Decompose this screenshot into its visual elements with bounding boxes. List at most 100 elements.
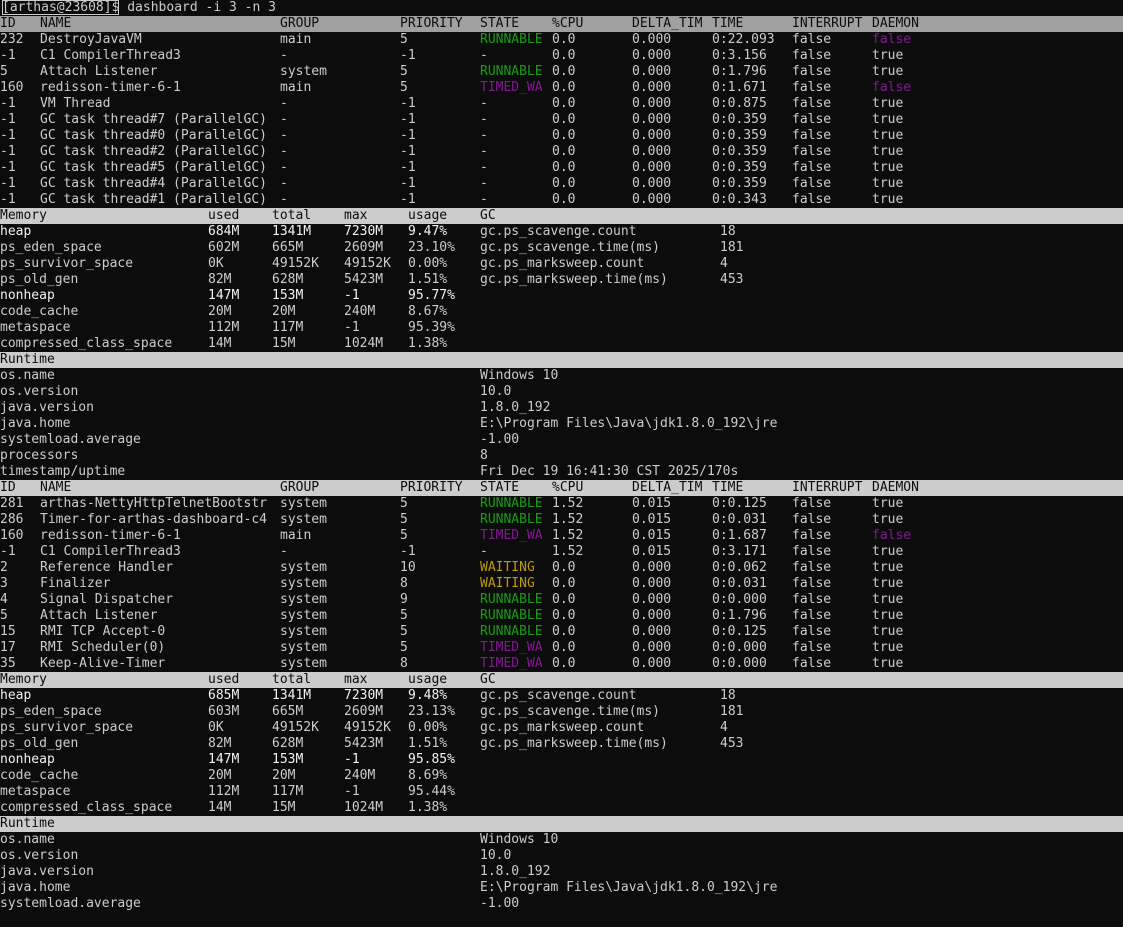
thread-cell: 0.000 — [632, 80, 672, 95]
thread-cell: 1.52 — [552, 512, 584, 527]
runtime-value: Windows 10 — [480, 368, 559, 383]
thread-cell: 5 — [400, 64, 408, 79]
memory-row: code_cache 20M 20M 240M 8.67% — [0, 304, 1123, 320]
thread-cell: - — [280, 192, 288, 207]
thread-header-cell: DELTA_TIM — [632, 480, 703, 495]
thread-cell: 0.0 — [552, 144, 576, 159]
thread-cell: 160 — [0, 528, 24, 543]
memory-cell: heap — [0, 688, 32, 703]
runtime-row: processors 8 — [0, 448, 1123, 464]
thread-cell: RMI TCP Accept-0 — [40, 624, 166, 639]
thread-cell: 8 — [400, 656, 408, 671]
thread-cell: 0.0 — [552, 128, 576, 143]
thread-cell: true — [872, 176, 904, 191]
runtime-row: systemload.average -1.00 — [0, 432, 1123, 448]
thread-cell: true — [872, 496, 904, 511]
runtime-key: os.name — [0, 832, 55, 847]
memory-cell: 1024M — [344, 800, 384, 815]
thread-cell: system — [280, 64, 327, 79]
runtime-row: java.version 1.8.0_192 — [0, 400, 1123, 416]
thread-cell: system — [280, 560, 327, 575]
memory-cell: 112M — [208, 784, 240, 799]
thread-cell: 0:0.000 — [712, 640, 767, 655]
thread-cell: VM Thread — [40, 96, 111, 111]
thread-cell: 5 — [400, 512, 408, 527]
memory-cell: 117M — [272, 320, 304, 335]
thread-cell: -1 — [400, 176, 416, 191]
thread-cell: RUNNABLE — [480, 592, 543, 607]
memory-cell: nonheap — [0, 288, 55, 303]
thread-cell: false — [792, 656, 832, 671]
runtime-key: os.name — [0, 368, 55, 383]
thread-cell: true — [872, 560, 904, 575]
thread-header-cell: %CPU — [552, 16, 584, 31]
runtime-row: java.home E:\Program Files\Java\jdk1.8.0_… — [0, 416, 1123, 432]
thread-cell: true — [872, 192, 904, 207]
thread-header-cell: NAME — [40, 480, 72, 495]
thread-cell: - — [480, 192, 488, 207]
memory-cell: heap — [0, 224, 32, 239]
memory-cell: 82M — [208, 736, 232, 751]
thread-cell: 0.0 — [552, 656, 576, 671]
runtime-value: 10.0 — [480, 384, 512, 399]
thread-cell: RUNNABLE — [480, 624, 543, 639]
thread-cell: RUNNABLE — [480, 512, 543, 527]
thread-cell: -1 — [400, 192, 416, 207]
thread-cell: arthas-NettyHttpTelnetBootstr — [40, 496, 267, 511]
thread-cell: 0.000 — [632, 576, 672, 591]
gc-cell: 181 — [720, 704, 744, 719]
thread-row: 5 Attach Listener system 5 RUNNABLE 0.0 0.000 0… — [0, 64, 1123, 80]
memory-cell: 2609M — [344, 704, 384, 719]
memory-cell: 0K — [208, 720, 224, 735]
thread-row: -1 VM Thread - -1 - 0.0 0.000 0:0.875 false true — [0, 96, 1123, 112]
thread-cell: 0.000 — [632, 160, 672, 175]
thread-header-cell: ID — [0, 480, 16, 495]
runtime-row: timestamp/uptime Fri Dec 19 16:41:30 CST … — [0, 464, 1123, 480]
gc-cell: gc.ps_marksweep.count — [480, 720, 645, 735]
thread-cell: false — [792, 528, 832, 543]
thread-cell: 0:1.796 — [712, 64, 767, 79]
thread-cell: system — [280, 512, 327, 527]
thread-cell: 0.015 — [632, 496, 672, 511]
runtime-key: java.version — [0, 864, 94, 879]
memory-cell: 15M — [272, 336, 296, 351]
thread-cell: 0.0 — [552, 32, 576, 47]
memory-cell: 49152K — [272, 256, 319, 271]
memory-row: heap 684M 1341M 7230M 9.47% gc.ps_scavenge.co… — [0, 224, 1123, 240]
thread-cell: 0.0 — [552, 560, 576, 575]
memory-row: nonheap 147M 153M -1 95.85% — [0, 752, 1123, 768]
thread-cell: -1 — [400, 160, 416, 175]
memory-row: nonheap 147M 153M -1 95.77% — [0, 288, 1123, 304]
thread-row: -1 GC task thread#4 (ParallelGC) - -1-0.0 0.… — [0, 176, 1123, 192]
thread-header-cell: ID — [0, 16, 16, 31]
thread-cell: RMI Scheduler(0) — [40, 640, 166, 655]
thread-cell: C1 CompilerThread3 — [40, 544, 181, 559]
thread-cell: - — [280, 176, 288, 191]
thread-cell: 0.000 — [632, 624, 672, 639]
thread-row: -1 GC task thread#2 (ParallelGC) - -1-0.0 0.… — [0, 144, 1123, 160]
thread-cell: true — [872, 592, 904, 607]
runtime-value: E:\Program Files\Java\jdk1.8.0_192\jre — [480, 880, 778, 895]
memory-cell: ps_survivor_space — [0, 256, 134, 271]
thread-header-cell: NAME — [40, 16, 72, 31]
thread-cell: 0:0.359 — [712, 144, 767, 159]
thread-cell: false — [792, 496, 832, 511]
memory-cell: 665M — [272, 704, 304, 719]
memory-cell: 602M — [208, 240, 240, 255]
terminal-window[interactable]: [arthas@23608]$ dashboard -i 3 -n 3 ID NA… — [0, 0, 1123, 927]
thread-cell: 5 — [400, 640, 408, 655]
memory-cell: 49152K — [344, 256, 391, 271]
memory-cell: 153M — [272, 288, 304, 303]
memory-table-header: Memory used total max usage GC — [0, 672, 1123, 688]
thread-row: 2 Reference Handler system 10 WAITING 0.0 0.00… — [0, 560, 1123, 576]
thread-cell: - — [480, 144, 488, 159]
thread-cell: false — [792, 592, 832, 607]
memory-cell: 82M — [208, 272, 232, 287]
thread-cell: -1 — [400, 48, 416, 63]
memory-cell: 95.77% — [408, 288, 455, 303]
thread-cell: -1 — [0, 96, 16, 111]
thread-cell: true — [872, 96, 904, 111]
memory-row: ps_survivor_space 0K 49152K 49152K 0.00% gc.p… — [0, 256, 1123, 272]
thread-cell: false — [792, 640, 832, 655]
thread-cell: 0:0.062 — [712, 560, 767, 575]
